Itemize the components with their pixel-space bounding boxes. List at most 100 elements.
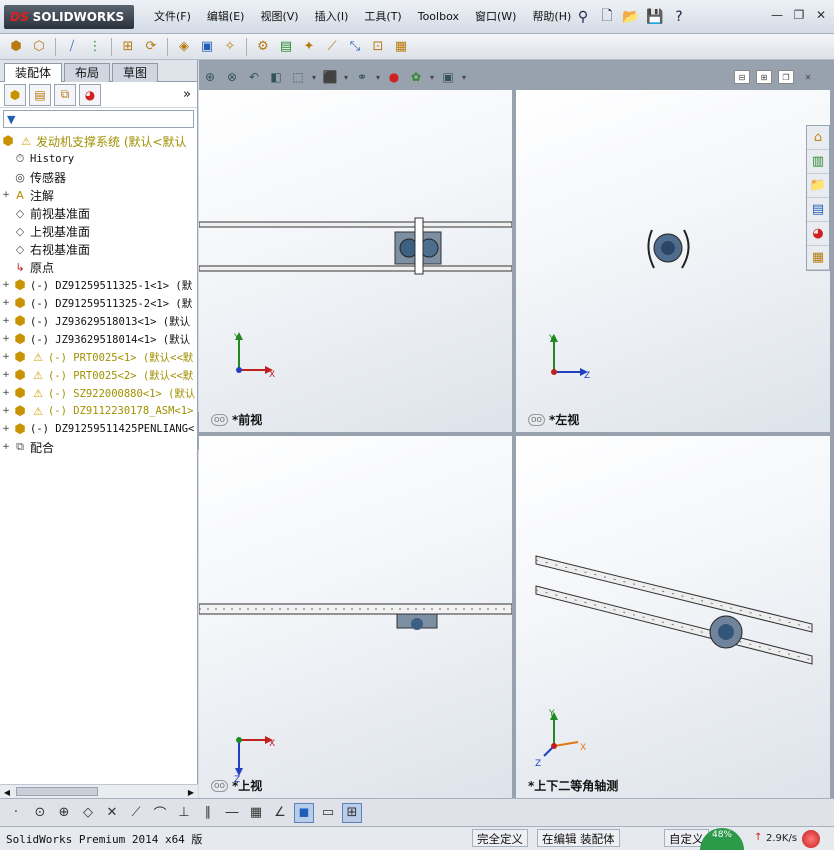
- tab-assembly[interactable]: 装配体: [4, 63, 63, 82]
- expand-icon[interactable]: +: [0, 420, 12, 438]
- expand-icon[interactable]: +: [0, 384, 12, 402]
- clearance-verification-icon[interactable]: ⊡: [368, 37, 388, 57]
- expand-icon[interactable]: +: [0, 402, 12, 420]
- tree-item[interactable]: + ⬢ ⚠ (-) DZ9112230178_ASM<1>: [0, 402, 197, 420]
- menu-window[interactable]: 窗口(W): [467, 0, 524, 34]
- center-snap-icon[interactable]: ⊕: [54, 803, 74, 823]
- section-view-icon[interactable]: ◧: [266, 67, 286, 87]
- interference-detection-icon[interactable]: ⤡: [345, 37, 365, 57]
- tangent-snap-icon[interactable]: ⌒: [150, 803, 170, 823]
- reference-geometry-icon[interactable]: ✧: [220, 37, 240, 57]
- menu-toolbox[interactable]: Toolbox: [410, 0, 467, 34]
- new-part-icon[interactable]: ⬡: [29, 37, 49, 57]
- network-monitor-icon[interactable]: [802, 830, 820, 848]
- tree-item[interactable]: + A 注解: [0, 186, 197, 204]
- show-hidden-icon[interactable]: ◈: [174, 37, 194, 57]
- four-view-icon[interactable]: ⊞: [342, 802, 362, 823]
- expand-icon[interactable]: +: [0, 348, 12, 366]
- open-folder-icon[interactable]: 📂: [620, 6, 642, 28]
- display-style-icon[interactable]: ⚭: [352, 67, 372, 87]
- view-orientation-icon[interactable]: ⬛: [320, 67, 340, 87]
- dynamic-annotation-icon[interactable]: ⬚: [288, 67, 308, 87]
- tree-item[interactable]: + ⬢ (-) JZ93629518014<1> (默认: [0, 330, 197, 348]
- viewport-front[interactable]: Y X oo *前视: [199, 90, 512, 432]
- help-icon[interactable]: ?: [668, 6, 690, 28]
- viewport-isometric[interactable]: Y X Z *上下二等角轴测: [516, 436, 830, 798]
- expand-icon[interactable]: +: [0, 294, 12, 312]
- custom-properties-icon[interactable]: ▦: [807, 246, 829, 270]
- expand-icon[interactable]: +: [0, 330, 12, 348]
- menu-insert[interactable]: 插入(I): [307, 0, 357, 34]
- point-icon[interactable]: ·: [6, 803, 26, 823]
- explode-line-sketch-icon[interactable]: ⟋: [322, 37, 342, 57]
- close-icon[interactable]: ✕: [812, 6, 830, 24]
- tree-item[interactable]: ◇ 上视基准面: [0, 222, 197, 240]
- apply-scene-icon[interactable]: ▣: [438, 67, 458, 87]
- expand-icon[interactable]: +: [0, 186, 12, 204]
- tree-item[interactable]: ↳ 原点: [0, 258, 197, 276]
- tab-layout[interactable]: 布局: [64, 63, 111, 82]
- nearest-snap-icon[interactable]: ⟋: [126, 803, 146, 823]
- tree-item[interactable]: + ⬢ (-) DZ91259511325-2<1> (默: [0, 294, 197, 312]
- tree-item[interactable]: + ⬢ ⚠ (-) SZ922000880<1> (默认: [0, 384, 197, 402]
- angle-snap-icon[interactable]: ∠: [270, 803, 290, 823]
- file-explorer-icon[interactable]: 📁: [807, 174, 829, 198]
- viewport-left[interactable]: Y Z oo *左视: [516, 90, 830, 432]
- filter-icon[interactable]: ▼: [7, 113, 15, 126]
- expand-icon[interactable]: +: [0, 366, 12, 384]
- tree-item[interactable]: + ⬢ (-) JZ93629518013<1> (默认: [0, 312, 197, 330]
- viewport-minimize-icon[interactable]: ⊟: [734, 70, 750, 84]
- dropdown-icon[interactable]: ▾: [428, 67, 436, 87]
- save-icon[interactable]: 💾: [644, 6, 666, 28]
- menu-view[interactable]: 视图(V): [252, 0, 306, 34]
- smart-fasteners-icon[interactable]: ⧸: [62, 37, 82, 57]
- menu-file[interactable]: 文件(F): [146, 0, 199, 34]
- panel-horizontal-scrollbar[interactable]: ◀ ▶: [0, 784, 198, 798]
- move-component-icon[interactable]: ⟳: [141, 37, 161, 57]
- dropdown-icon[interactable]: ▾: [460, 67, 468, 87]
- previous-view-icon[interactable]: ↶: [244, 67, 264, 87]
- exploded-view-icon[interactable]: ✦: [299, 37, 319, 57]
- link-views-icon[interactable]: oo: [211, 413, 229, 426]
- new-document-icon[interactable]: 🗋: [596, 6, 618, 28]
- scroll-thumb[interactable]: [16, 787, 98, 796]
- menu-tools[interactable]: 工具(T): [356, 0, 409, 34]
- single-view-icon[interactable]: ▭: [318, 803, 338, 823]
- viewport-top[interactable]: X Z oo *上视: [199, 436, 512, 798]
- circle-snap-icon[interactable]: ⊙: [30, 803, 50, 823]
- tree-item[interactable]: + ⬢ (-) DZ91259511325-1<1> (默: [0, 276, 197, 294]
- expand-icon[interactable]: +: [0, 312, 12, 330]
- menu-edit[interactable]: 编辑(E): [199, 0, 253, 34]
- zoom-to-fit-icon[interactable]: ⊕: [200, 67, 220, 87]
- link-views-icon[interactable]: oo: [528, 413, 546, 426]
- horizontal-snap-icon[interactable]: ―: [222, 803, 242, 823]
- tree-item[interactable]: + ⬢ (-) DZ91259511425PENLIANG<: [0, 420, 197, 438]
- display-manager-icon[interactable]: ◕: [79, 83, 101, 106]
- appearances-icon[interactable]: ◕: [807, 222, 829, 246]
- grid-icon[interactable]: ▦: [246, 803, 266, 823]
- hide-show-items-icon[interactable]: ●: [384, 67, 404, 87]
- home-icon[interactable]: ⌂: [807, 126, 829, 150]
- tree-item[interactable]: + ⧉ 配合: [0, 438, 197, 456]
- tree-item[interactable]: + ⬢ ⚠ (-) PRT0025<2> (默认<<默: [0, 366, 197, 384]
- design-library-icon[interactable]: ▥: [807, 150, 829, 174]
- property-manager-icon[interactable]: ▤: [29, 83, 51, 106]
- tree-filter[interactable]: ▼: [3, 110, 194, 128]
- restore-icon[interactable]: ❐: [790, 6, 808, 24]
- quadrant-snap-icon[interactable]: ◇: [78, 803, 98, 823]
- expand-icon[interactable]: +: [0, 438, 12, 456]
- insert-component-icon[interactable]: ⬢: [6, 37, 26, 57]
- linear-pattern-icon[interactable]: ⋮: [85, 37, 105, 57]
- configuration-manager-icon[interactable]: ⧉: [54, 83, 76, 106]
- tree-item[interactable]: + ⬢ ⚠ (-) PRT0025<1> (默认<<默: [0, 348, 197, 366]
- expand-icon[interactable]: +: [0, 276, 12, 294]
- intersection-snap-icon[interactable]: ✕: [102, 803, 122, 823]
- zoom-to-area-icon[interactable]: ⊗: [222, 67, 242, 87]
- scroll-right-icon[interactable]: ▶: [184, 785, 198, 799]
- feature-manager-icon[interactable]: ⬢: [4, 83, 26, 106]
- view-palette-icon[interactable]: ▤: [807, 198, 829, 222]
- edit-appearance-icon[interactable]: ✿: [406, 67, 426, 87]
- minimize-icon[interactable]: —: [768, 6, 786, 24]
- assembly-features-icon[interactable]: ▣: [197, 37, 217, 57]
- solidworks-logo[interactable]: DS SOLIDWORKS: [4, 5, 134, 29]
